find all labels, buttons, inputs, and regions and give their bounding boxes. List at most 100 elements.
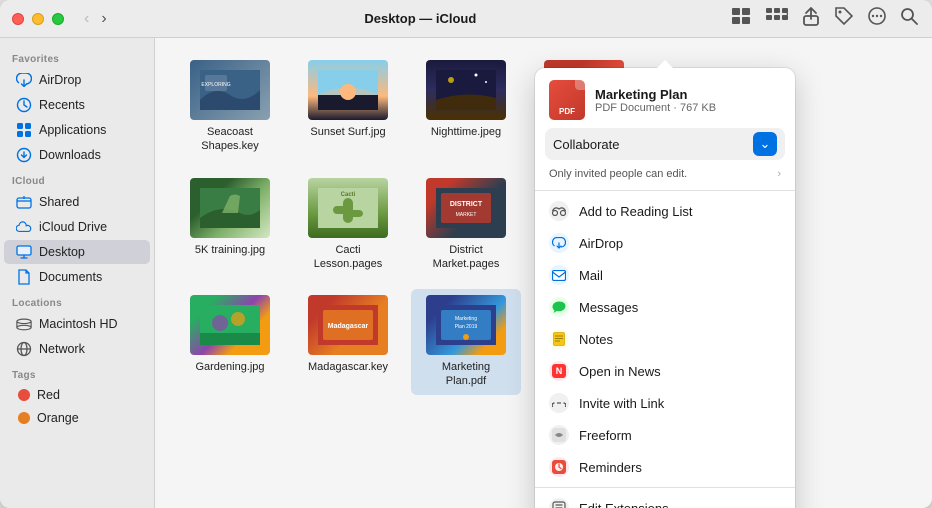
share-button[interactable]: [800, 4, 822, 33]
file-thumb-district: DISTRICTMARKET: [426, 178, 506, 238]
file-item-cacti[interactable]: Cacti CactiLesson.pages: [293, 172, 403, 278]
network-icon: [16, 341, 32, 357]
view-toggle-button[interactable]: [730, 6, 754, 31]
collaborate-label: Collaborate: [553, 137, 620, 152]
file-label-seacoast: SeacoastShapes.key: [201, 125, 258, 154]
forward-button[interactable]: ›: [97, 8, 110, 30]
sidebar-item-airdrop[interactable]: AirDrop: [4, 68, 150, 92]
sidebar-airdrop-label: AirDrop: [39, 73, 81, 87]
chevron-right-icon: ›: [777, 168, 781, 180]
mail-icon: [549, 265, 569, 285]
menu-item-edit-extensions[interactable]: Edit Extensions...: [535, 492, 795, 508]
finder-window: ‹ › Desktop — iCloud: [0, 0, 932, 508]
divider-1: [535, 190, 795, 191]
sidebar-desktop-label: Desktop: [39, 245, 85, 259]
popover-file-info: Marketing Plan PDF Document · 767 KB: [595, 87, 781, 114]
sidebar-item-red[interactable]: Red: [4, 384, 150, 406]
messages-icon: [549, 297, 569, 317]
file-item-district[interactable]: DISTRICTMARKET DistrictMarket.pages: [411, 172, 521, 278]
back-button[interactable]: ‹: [80, 8, 93, 30]
news-label: Open in News: [579, 364, 661, 379]
sidebar-item-documents[interactable]: Documents: [4, 265, 150, 289]
menu-item-airdrop[interactable]: AirDrop: [535, 227, 795, 259]
main-content: EXPLORING SeacoastShapes.key Sunset Surf…: [155, 38, 932, 508]
divider-2: [535, 487, 795, 488]
airdrop-menu-icon: [549, 233, 569, 253]
file-item-seacoast[interactable]: EXPLORING SeacoastShapes.key: [175, 54, 285, 160]
svg-text:Madagascar: Madagascar: [328, 323, 369, 330]
downloads-icon: [16, 147, 32, 163]
menu-item-messages[interactable]: Messages: [535, 291, 795, 323]
desktop-icon: [16, 244, 32, 260]
menu-item-freeform[interactable]: Freeform: [535, 419, 795, 451]
file-thumb-5k: [190, 178, 270, 238]
sidebar-item-desktop[interactable]: Desktop: [4, 240, 150, 264]
file-item-sunset[interactable]: Sunset Surf.jpg: [293, 54, 403, 160]
freeform-label: Freeform: [579, 428, 632, 443]
maximize-button[interactable]: [52, 13, 64, 25]
close-button[interactable]: [12, 13, 24, 25]
notes-icon: [549, 329, 569, 349]
glasses-icon: [549, 201, 569, 221]
svg-text:MARKET: MARKET: [456, 212, 477, 218]
menu-item-mail[interactable]: Mail: [535, 259, 795, 291]
breadcrumb: Desktop — iCloud: [119, 11, 722, 26]
tag-button[interactable]: [832, 4, 856, 33]
nav-buttons: ‹ ›: [80, 8, 111, 30]
collaborate-chevron-icon[interactable]: ⌄: [753, 132, 777, 156]
reading-list-label: Add to Reading List: [579, 204, 692, 219]
popover-file-name: Marketing Plan: [595, 87, 781, 102]
sidebar-network-label: Network: [39, 342, 85, 356]
sidebar-item-icloud-drive[interactable]: iCloud Drive: [4, 215, 150, 239]
file-label-cacti: CactiLesson.pages: [314, 243, 383, 272]
share-popover: Marketing Plan PDF Document · 767 KB Col…: [535, 68, 795, 508]
file-thumb-marketing: MarketingPlan 2019: [426, 295, 506, 355]
sidebar-item-recents[interactable]: Recents: [4, 93, 150, 117]
file-item-5k[interactable]: 5K training.jpg: [175, 172, 285, 278]
orange-tag-dot: [18, 412, 30, 424]
tags-label: Tags: [0, 362, 154, 383]
collaborate-row[interactable]: Collaborate ⌄: [545, 128, 785, 160]
file-thumb-madagascar: Madagascar: [308, 295, 388, 355]
locations-label: Locations: [0, 290, 154, 311]
menu-item-invite-link[interactable]: Invite with Link: [535, 387, 795, 419]
shared-icon: [16, 194, 32, 210]
file-thumb-seacoast: EXPLORING: [190, 60, 270, 120]
messages-label: Messages: [579, 300, 638, 315]
file-thumb-sunset: [308, 60, 388, 120]
sidebar-item-downloads[interactable]: Downloads: [4, 143, 150, 167]
link-icon: [549, 393, 569, 413]
menu-item-reminders[interactable]: Reminders: [535, 451, 795, 483]
sidebar-item-applications[interactable]: Applications: [4, 118, 150, 142]
popover-file-meta: PDF Document · 767 KB: [595, 102, 781, 114]
disk-icon: [16, 316, 32, 332]
icloud-icon: [16, 219, 32, 235]
minimize-button[interactable]: [32, 13, 44, 25]
search-button[interactable]: [898, 5, 920, 32]
red-tag-dot: [18, 389, 30, 401]
file-item-nighttime[interactable]: Nighttime.jpeg: [411, 54, 521, 160]
sidebar-item-shared[interactable]: Shared: [4, 190, 150, 214]
file-item-gardening[interactable]: Gardening.jpg: [175, 289, 285, 395]
grid-options-button[interactable]: [764, 6, 790, 31]
menu-item-notes[interactable]: Notes: [535, 323, 795, 355]
mail-label: Mail: [579, 268, 603, 283]
menu-item-open-news[interactable]: N Open in News: [535, 355, 795, 387]
sidebar-recents-label: Recents: [39, 98, 85, 112]
edit-extensions-label: Edit Extensions...: [579, 501, 679, 508]
sidebar-item-macintosh-hd[interactable]: Macintosh HD: [4, 312, 150, 336]
sidebar-item-orange[interactable]: Orange: [4, 407, 150, 429]
file-label-gardening: Gardening.jpg: [195, 360, 264, 374]
sidebar-icloud-label: iCloud Drive: [39, 220, 107, 234]
sidebar-orange-label: Orange: [37, 411, 79, 425]
invite-only-text: Only invited people can edit.: [549, 168, 687, 180]
news-icon: N: [549, 361, 569, 381]
menu-item-reading-list[interactable]: Add to Reading List: [535, 195, 795, 227]
sidebar: Favorites AirDrop Recents: [0, 38, 155, 508]
popover-arrow: [657, 60, 673, 68]
more-button[interactable]: [866, 5, 888, 32]
invite-link-label: Invite with Link: [579, 396, 664, 411]
sidebar-item-network[interactable]: Network: [4, 337, 150, 361]
file-item-marketing[interactable]: MarketingPlan 2019 MarketingPlan.pdf: [411, 289, 521, 395]
file-item-madagascar[interactable]: Madagascar Madagascar.key: [293, 289, 403, 395]
